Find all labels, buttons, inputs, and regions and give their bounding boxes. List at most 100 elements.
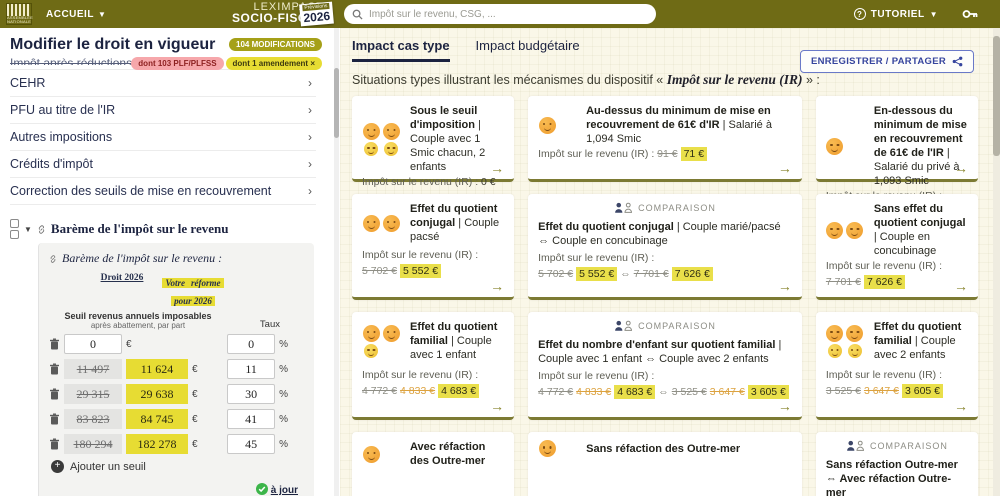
main-scrollbar[interactable] — [993, 28, 1000, 496]
threshold-new-value[interactable]: 29 638 — [126, 384, 188, 404]
threshold-new-value[interactable]: 11 624 — [126, 359, 188, 379]
card-detail-arrow[interactable]: → — [490, 160, 504, 176]
card-detail-arrow[interactable]: → — [954, 160, 968, 176]
trash-icon[interactable] — [49, 438, 60, 450]
card-detail-arrow[interactable]: → — [778, 278, 792, 294]
case-card-9[interactable]: Avec réfaction des Outre-mer→ — [352, 432, 514, 496]
impact-value-old: 4 772 € — [538, 386, 573, 398]
sidebar-item-2[interactable]: Autres impositions› — [10, 123, 316, 150]
card-title: Au-dessus du minimum de mise en recouvre… — [586, 104, 792, 146]
search-input[interactable] — [369, 9, 648, 20]
tutorial-label: TUTORIEL — [871, 9, 925, 20]
case-card-11[interactable]: COMPARAISONSans réfaction Outre-mer ⇔ Av… — [816, 432, 978, 496]
scale-column-headers: Droit 2026 Votreréformepour 2026 — [93, 273, 304, 309]
card-title: Effet du quotient conjugal | Couple pacs… — [410, 202, 504, 244]
comparison-header: COMPARAISON — [538, 202, 792, 213]
case-card-5[interactable]: Sans effet du quotient conjugal | Couple… — [816, 194, 978, 300]
impact-result: Impôt sur le revenu (IR) : 4 772 €4 833 … — [362, 367, 504, 399]
comparison-persons-icon — [614, 202, 633, 213]
card-title-block: Effet du nombre d'enfant sur quotient fa… — [538, 338, 792, 368]
tab-1[interactable]: Impact budgétaire — [476, 38, 580, 62]
case-card-7[interactable]: COMPARAISON Effet du nombre d'enfant sur … — [528, 312, 802, 420]
impact-value-old: 7 701 € — [634, 268, 669, 280]
rate-input[interactable] — [227, 384, 275, 404]
impact-result: Impôt sur le revenu (IR) : 7 701 €7 626 … — [826, 258, 968, 290]
rate-header: Taux — [260, 319, 280, 330]
bareme-panel: Barème de l'impôt sur le revenu : Droit … — [38, 243, 314, 496]
rate-input[interactable] — [227, 434, 275, 454]
a-jour-link[interactable]: à jour — [271, 485, 298, 496]
case-card-0[interactable]: Sous le seuil d'imposition | Couple avec… — [352, 96, 514, 182]
adult-face-icon — [363, 123, 380, 140]
login-key-icon[interactable] — [962, 8, 978, 20]
case-card-3[interactable]: Effet du quotient conjugal | Couple pacs… — [352, 194, 514, 300]
rate-input[interactable] — [227, 409, 275, 429]
sidebar-item-3[interactable]: Crédits d'impôt› — [10, 150, 316, 177]
household-emoji — [826, 222, 866, 239]
case-type-cards: Sous le seuil d'imposition | Couple avec… — [352, 96, 978, 496]
tree-expand-icons[interactable] — [10, 219, 19, 239]
threshold-new-value[interactable]: 182 278 — [126, 434, 188, 454]
adult-face-icon — [846, 325, 863, 342]
assemblee-nationale-logo: ASSEMBLÉE NATIONALE — [6, 3, 32, 25]
tutorial-menu[interactable]: ? TUTORIEL ▼ — [854, 8, 938, 20]
check-circle-icon — [256, 483, 268, 495]
case-card-2[interactable]: En-dessous du minimum de mise en recouvr… — [816, 96, 978, 182]
card-detail-arrow[interactable]: → — [954, 398, 968, 414]
save-share-button[interactable]: ENREGISTRER / PARTAGER — [800, 50, 974, 73]
modifications-count-badge: 104 MODIFICATIONS — [229, 38, 322, 51]
sidebar-item-4[interactable]: Correction des seuils de mise en recouvr… — [10, 177, 316, 205]
case-card-4[interactable]: COMPARAISONEffet du quotient conjugal | … — [528, 194, 802, 300]
rate-input[interactable] — [227, 334, 275, 354]
add-threshold-button[interactable]: + Ajouter un seuil — [51, 460, 304, 473]
threshold-input[interactable] — [64, 334, 122, 354]
card-title-block: Effet du quotient conjugal | Couple pacs… — [362, 202, 504, 244]
threshold-new-value[interactable]: 84 745 — [126, 409, 188, 429]
trash-icon[interactable] — [49, 413, 60, 425]
case-card-8[interactable]: Effet du quotient familial | Couple avec… — [816, 312, 978, 420]
bareme-section-title[interactable]: Barème de l'impôt sur le revenu — [51, 221, 229, 237]
case-card-1[interactable]: Au-dessus du minimum de mise en recouvre… — [528, 96, 802, 182]
percent-unit: % — [279, 364, 288, 375]
adult-face-icon — [826, 222, 843, 239]
votre-reforme-header: Votreréformepour 2026 — [161, 273, 225, 309]
case-card-6[interactable]: Effet du quotient familial | Couple avec… — [352, 312, 514, 420]
threshold-old-value: 83 823 — [64, 409, 122, 429]
case-card-10[interactable]: Sans réfaction des Outre-mer→ — [528, 432, 802, 496]
sidebar-menu: CEHR›PFU au titre de l'IR›Autres imposit… — [10, 69, 316, 205]
previsions-2026-badge: Prévisions 2026 — [299, 2, 334, 27]
tab-0[interactable]: Impact cas type — [352, 38, 450, 62]
bareme-section-header: ▼ Barème de l'impôt sur le revenu — [10, 219, 340, 239]
card-detail-arrow[interactable]: → — [490, 398, 504, 414]
child-face-icon — [828, 344, 842, 358]
chevron-down-icon[interactable]: ▼ — [24, 225, 32, 234]
sidebar-item-1[interactable]: PFU au titre de l'IR› — [10, 96, 316, 123]
euro-unit: € — [192, 414, 198, 425]
sidebar-item-0[interactable]: CEHR› — [10, 69, 316, 96]
scale-table-headers: Seuil revenus annuels imposables après a… — [63, 311, 304, 330]
link-icon — [49, 255, 57, 263]
sidebar-scrollbar[interactable] — [334, 28, 339, 496]
trash-icon[interactable] — [49, 388, 60, 400]
card-detail-arrow[interactable]: → — [490, 278, 504, 294]
card-title: Sans effet du quotient conjugal | Couple… — [874, 202, 968, 258]
trash-icon[interactable] — [49, 363, 60, 375]
impact-value-new: 3 605 € — [748, 385, 789, 399]
trash-icon[interactable] — [49, 338, 60, 350]
droit-2026-header: Droit 2026 — [93, 273, 151, 309]
home-menu[interactable]: ACCUEIL ▼ — [46, 9, 106, 20]
card-title-block: Sans réfaction Outre-mer ⇔ Avec réfactio… — [826, 458, 968, 496]
percent-unit: % — [279, 439, 288, 450]
card-title: Effet du nombre d'enfant sur quotient fa… — [538, 338, 792, 366]
amendement-badge[interactable]: dont 1 amendement × — [226, 57, 322, 70]
comparison-header: COMPARAISON — [538, 320, 792, 331]
child-face-icon — [384, 142, 398, 156]
sidebar-item-label: Crédits d'impôt — [10, 157, 93, 171]
card-detail-arrow[interactable]: → — [954, 278, 968, 294]
rate-input[interactable] — [227, 359, 275, 379]
scale-row: 29 31529 638€% — [49, 384, 304, 404]
card-detail-arrow[interactable]: → — [778, 398, 792, 414]
threshold-old-value: 11 497 — [64, 359, 122, 379]
search-bar[interactable] — [344, 4, 656, 24]
card-detail-arrow[interactable]: → — [778, 160, 792, 176]
